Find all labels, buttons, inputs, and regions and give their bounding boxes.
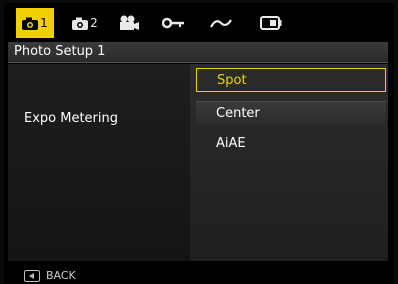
- camera-icon: [72, 17, 89, 30]
- menu-tab-bar: 1 2: [4, 8, 394, 38]
- wrench-icon: [162, 17, 184, 29]
- back-key-icon: [24, 269, 40, 282]
- battery-icon: [260, 16, 282, 30]
- camera-menu-screen: 1 2 Photo Setup 1 Expo Metering Spot Cen…: [4, 3, 394, 284]
- option-label: Center: [216, 106, 260, 121]
- page-title: Photo Setup 1: [14, 44, 106, 59]
- setting-expo-metering[interactable]: Expo Metering: [24, 111, 118, 126]
- option-center[interactable]: Center: [196, 101, 386, 125]
- option-aiae[interactable]: AiAE: [196, 131, 386, 155]
- tab-battery[interactable]: [254, 8, 288, 38]
- tab-photo-setup-1[interactable]: 1: [16, 8, 54, 38]
- video-camera-icon: [119, 15, 139, 31]
- option-label: Spot: [217, 72, 247, 88]
- tab-number: 1: [40, 16, 48, 30]
- option-spot[interactable]: Spot: [196, 68, 386, 92]
- tab-photo-setup-2[interactable]: 2: [66, 8, 104, 38]
- option-label: AiAE: [216, 135, 246, 151]
- options-panel: Spot Center AiAE: [190, 64, 388, 261]
- tab-connection[interactable]: [204, 8, 238, 38]
- tab-movie[interactable]: [112, 8, 146, 38]
- tab-number: 2: [90, 16, 98, 30]
- setting-list-panel: Expo Metering: [8, 64, 190, 261]
- back-label: BACK: [46, 269, 76, 282]
- camera-icon: [22, 17, 39, 30]
- footer-back[interactable]: BACK: [24, 269, 76, 282]
- wave-icon: [210, 17, 232, 29]
- tab-setup[interactable]: [156, 8, 190, 38]
- menu-header: Photo Setup 1: [8, 42, 388, 63]
